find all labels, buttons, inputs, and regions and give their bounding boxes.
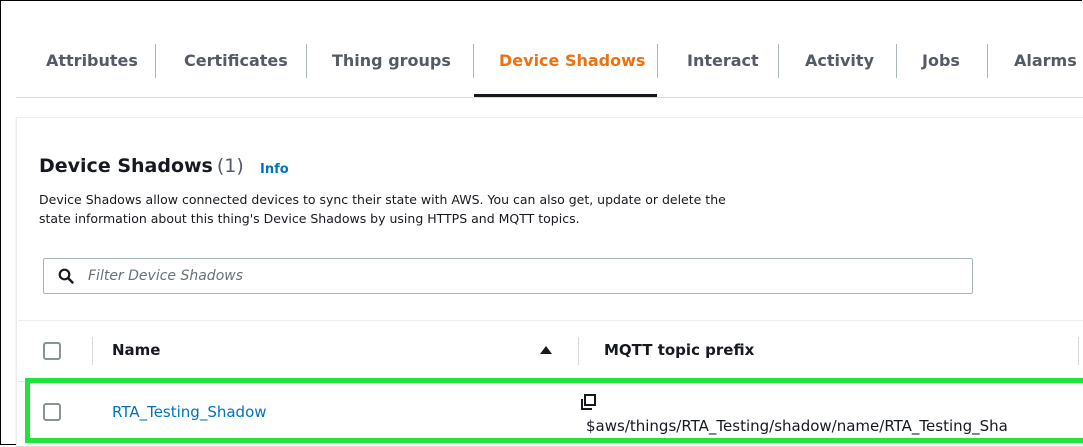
tab-device-shadows[interactable]: Device Shadows bbox=[499, 40, 645, 81]
search-icon bbox=[58, 268, 74, 284]
tab-interact[interactable]: Interact bbox=[687, 40, 759, 81]
info-link[interactable]: Info bbox=[260, 162, 289, 177]
tab-thing-groups[interactable]: Thing groups bbox=[332, 40, 451, 81]
tab-divider bbox=[896, 44, 897, 78]
column-header-name[interactable]: Name bbox=[112, 341, 160, 359]
mqtt-topic-prefix: $aws/things/RTA_Testing/shadow/name/RTA_… bbox=[586, 417, 1008, 435]
column-header-mqtt-topic-prefix[interactable]: MQTT topic prefix bbox=[604, 341, 754, 359]
tab-activity[interactable]: Activity bbox=[805, 40, 874, 81]
shadow-name-link[interactable]: RTA_Testing_Shadow bbox=[112, 403, 267, 421]
table-header: Name MQTT topic prefix bbox=[18, 320, 1083, 382]
tab-alarms[interactable]: Alarms bbox=[1014, 40, 1077, 81]
tab-divider bbox=[987, 44, 988, 78]
tab-certificates[interactable]: Certificates bbox=[184, 40, 288, 81]
filter-placeholder: Filter Device Shadows bbox=[88, 268, 244, 284]
active-tab-indicator bbox=[474, 94, 657, 97]
panel-title-text: Device Shadows bbox=[39, 155, 213, 177]
device-shadows-panel: Device Shadows (1) Info Device Shadows al… bbox=[16, 117, 1083, 446]
filter-input[interactable]: Filter Device Shadows bbox=[43, 258, 973, 294]
select-all-checkbox[interactable] bbox=[43, 342, 61, 360]
tab-divider bbox=[778, 44, 779, 78]
tab-divider bbox=[155, 44, 156, 78]
tab-divider bbox=[306, 44, 307, 78]
tab-divider bbox=[657, 44, 658, 78]
panel-title: Device Shadows (1) bbox=[39, 155, 244, 177]
sort-ascending-icon[interactable] bbox=[540, 346, 552, 354]
column-divider bbox=[1078, 337, 1079, 365]
tab-attributes[interactable]: Attributes bbox=[46, 40, 138, 81]
panel-description: Device Shadows allow connected devices t… bbox=[39, 192, 726, 226]
table-row[interactable]: RTA_Testing_Shadow $aws/things/RTA_Testi… bbox=[18, 381, 1083, 447]
column-divider bbox=[92, 337, 93, 365]
copy-icon[interactable] bbox=[579, 393, 597, 411]
tab-jobs[interactable]: Jobs bbox=[922, 40, 960, 81]
panel-item-count: (1) bbox=[216, 155, 244, 177]
column-divider bbox=[578, 337, 579, 365]
tab-bar: Attributes Certificates Thing groups Dev… bbox=[16, 40, 1083, 98]
tab-divider bbox=[473, 44, 474, 78]
row-select-checkbox[interactable] bbox=[43, 403, 61, 421]
